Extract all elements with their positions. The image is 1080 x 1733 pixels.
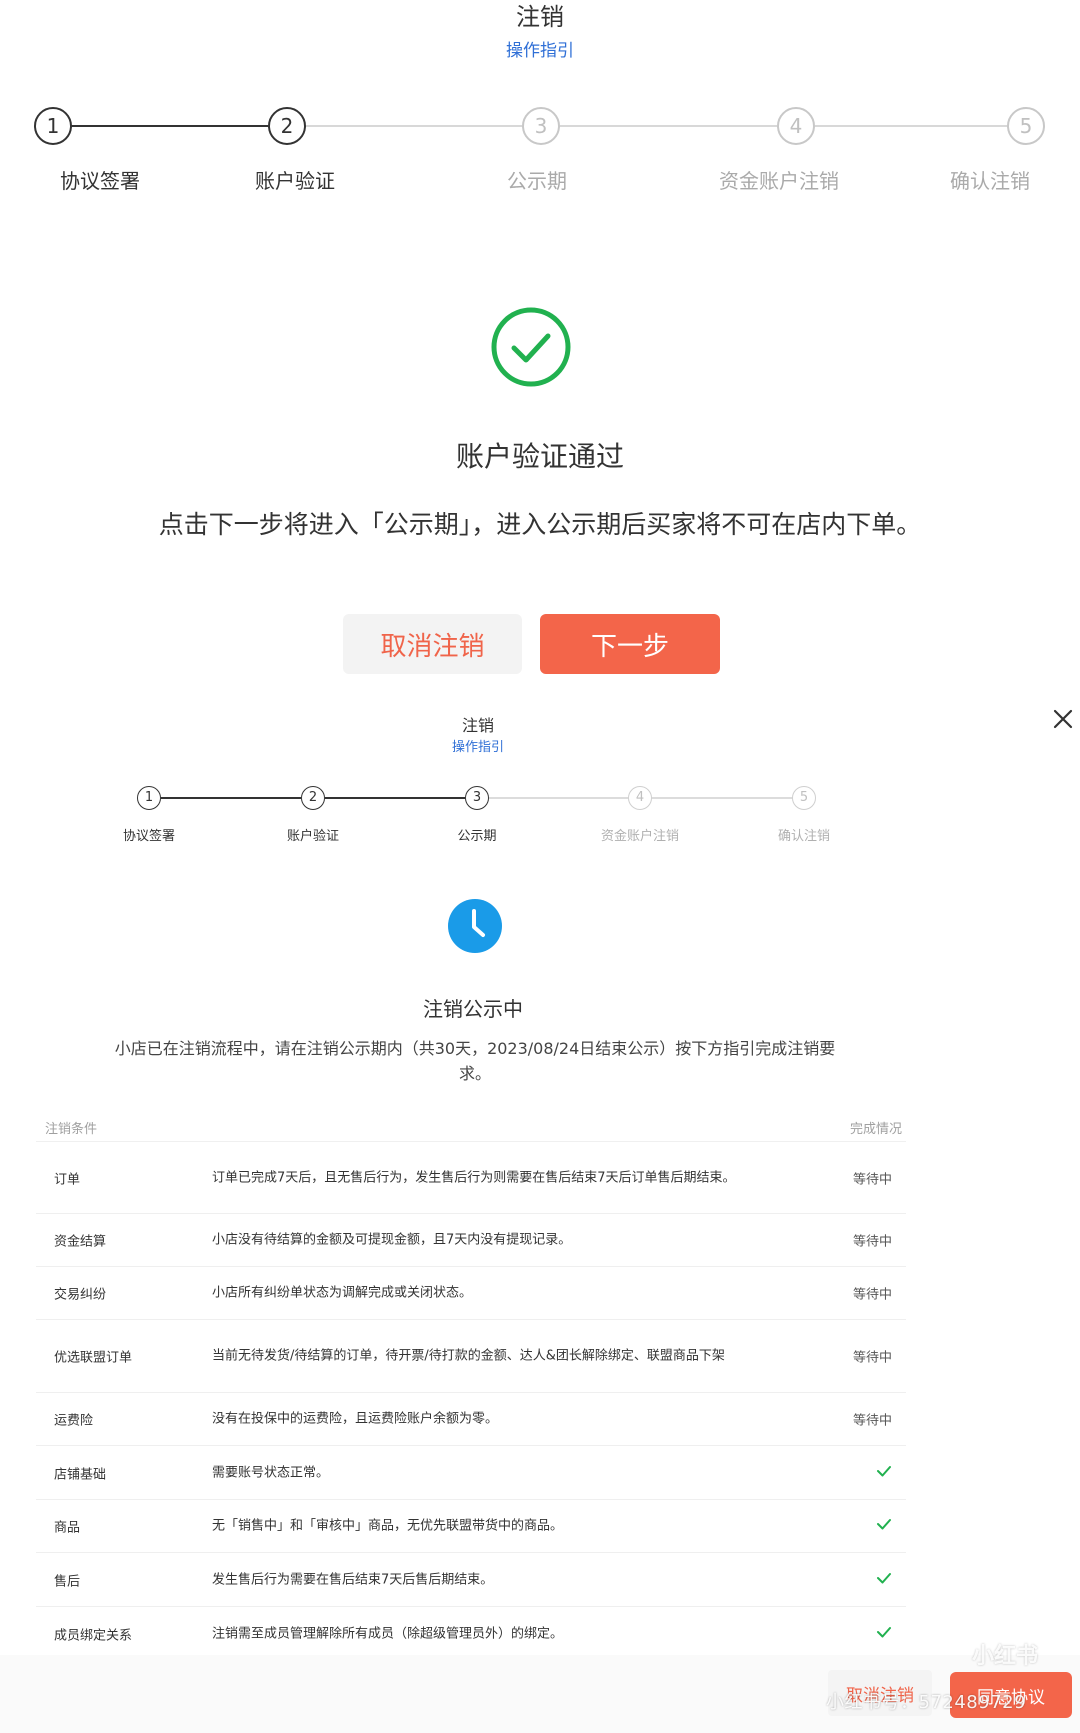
condition-name: 交易纠纷	[54, 1287, 107, 1303]
condition-done-check	[876, 1624, 892, 1644]
step-label-3: 公示期	[457, 829, 497, 844]
step-circle-2: 2	[268, 107, 306, 145]
condition-status: 等待中	[852, 1234, 892, 1250]
done-check-icon	[877, 1572, 891, 1583]
step-indicator: 1 2 3 4 5 协议签署 账户验证 公示期 资金账户注销 确认注销	[0, 785, 1080, 845]
step-circle-4: 4	[628, 786, 652, 810]
step-connector	[325, 797, 465, 799]
step-label-2: 账户验证	[286, 829, 339, 844]
step-circle-3: 3	[465, 786, 489, 810]
close-icon[interactable]	[1052, 708, 1074, 730]
table-row: 成员绑定关系 注销需至成员管理解除所有成员（除超级管理员外）的绑定。	[36, 1607, 906, 1661]
step-connector	[815, 125, 1032, 127]
page-title: 注销	[461, 716, 494, 735]
condition-status: 等待中	[852, 1172, 892, 1187]
status-description: 点击下一步将进入「公示期」，进入公示期后买家将不可在店内下单。	[158, 510, 922, 539]
step-connector	[161, 797, 301, 799]
condition-name: 成员绑定关系	[54, 1628, 133, 1643]
step-indicator: 1 2 3 4 5 协议签署 账户验证 公示期 资金账户注销 确认注销	[0, 105, 1080, 195]
condition-name: 店铺基础	[54, 1467, 107, 1482]
step-circle-3: 3	[522, 107, 560, 145]
condition-desc: 小店没有待结算的金额及可提现金额，且7天内没有提现记录。	[212, 1232, 572, 1248]
condition-desc: 发生售后行为需要在售后结束7天后售后期结束。	[212, 1572, 494, 1587]
condition-name: 资金结算	[54, 1234, 107, 1250]
step-connector	[560, 125, 777, 127]
table-row: 运费险 没有在投保中的运费险，且运费险账户余额为零。 等待中	[36, 1393, 906, 1446]
guide-link[interactable]: 操作指引	[0, 736, 956, 755]
condition-desc: 没有在投保中的运费险，且运费险账户余额为零。	[212, 1411, 499, 1427]
condition-desc: 小店所有纠纷单状态为调解完成或关闭状态。	[212, 1285, 473, 1301]
step-connector	[652, 797, 792, 799]
step-label-2: 账户验证	[255, 169, 335, 193]
condition-name: 售后	[54, 1574, 81, 1589]
watermark-id: 小红书号：572489729	[826, 1692, 1027, 1713]
table-row: 优选联盟订单 当前无待发货/待结算的订单，待开票/待打款的金额、达人&团长解除绑…	[36, 1320, 906, 1393]
condition-name: 订单	[54, 1172, 81, 1187]
status-title: 账户验证通过	[455, 440, 624, 473]
done-check-icon	[877, 1465, 891, 1476]
column-header-status: 完成情况	[849, 1122, 902, 1137]
status-title: 注销公示中	[423, 997, 523, 1021]
done-check-icon	[877, 1626, 891, 1637]
step-label-4: 资金账户注销	[600, 829, 679, 844]
table-row: 店铺基础 需要账号状态正常。	[36, 1446, 906, 1500]
step-label-5: 确认注销	[950, 169, 1030, 193]
condition-status: 等待中	[852, 1413, 892, 1429]
condition-done-check	[876, 1463, 892, 1483]
condition-desc: 订单已完成7天后，且无售后行为，发生售后行为则需要在售后结束7天后订单售后期结束…	[212, 1170, 736, 1185]
step-circle-4: 4	[777, 107, 815, 145]
table-row: 售后 发生售后行为需要在售后结束7天后售后期结束。	[36, 1553, 906, 1607]
table-row: 资金结算 小店没有待结算的金额及可提现金额，且7天内没有提现记录。 等待中	[36, 1214, 906, 1267]
condition-desc: 无「销售中」和「审核中」商品，无优先联盟带货中的商品。	[212, 1518, 564, 1534]
condition-desc: 当前无待发货/待结算的订单，待开票/待打款的金额、达人&团长解除绑定、联盟商品下…	[212, 1348, 725, 1364]
step-label-1: 协议签署	[122, 829, 175, 844]
step-circle-1: 1	[137, 786, 161, 810]
condition-name: 优选联盟订单	[54, 1350, 133, 1366]
step-label-1: 协议签署	[60, 169, 140, 193]
watermark-logo: 小红书	[972, 1644, 1039, 1669]
step-circle-1: 1	[34, 107, 72, 145]
condition-status: 等待中	[852, 1287, 892, 1303]
status-description: 小店已在注销流程中，请在注销公示期内（共30天，2023/08/24日结束公示）…	[114, 1039, 836, 1083]
step-label-4: 资金账户注销	[719, 169, 839, 193]
step-label-3: 公示期	[507, 169, 567, 193]
condition-done-check	[876, 1516, 892, 1536]
condition-name: 商品	[54, 1520, 81, 1536]
step-circle-5: 5	[792, 786, 816, 810]
step-label-5: 确认注销	[777, 829, 830, 844]
condition-desc: 注销需至成员管理解除所有成员（除超级管理员外）的绑定。	[212, 1626, 564, 1641]
step-connector	[306, 125, 522, 127]
step-connector	[53, 125, 268, 127]
success-check-icon	[491, 307, 571, 387]
clock-icon	[448, 899, 502, 953]
condition-status: 等待中	[852, 1350, 892, 1366]
condition-name: 运费险	[54, 1413, 94, 1429]
table-row: 交易纠纷 小店所有纠纷单状态为调解完成或关闭状态。 等待中	[36, 1267, 906, 1320]
condition-desc: 需要账号状态正常。	[212, 1465, 330, 1480]
conditions-table: 注销条件 完成情况 订单 订单已完成7天后，且无售后行为，发生售后行为则需要在售…	[36, 1112, 906, 1661]
guide-link[interactable]: 操作指引	[0, 36, 1080, 61]
step-connector	[489, 797, 628, 799]
cancel-deregistration-button[interactable]: 取消注销	[343, 614, 522, 674]
step-circle-5: 5	[1007, 107, 1045, 145]
condition-done-check	[876, 1570, 892, 1590]
page-title: 注销	[516, 3, 564, 31]
step-circle-2: 2	[301, 786, 325, 810]
table-row: 订单 订单已完成7天后，且无售后行为，发生售后行为则需要在售后结束7天后订单售后…	[36, 1142, 906, 1214]
table-header: 注销条件 完成情况	[36, 1112, 906, 1142]
table-row: 商品 无「销售中」和「审核中」商品，无优先联盟带货中的商品。	[36, 1500, 906, 1553]
done-check-icon	[877, 1519, 891, 1530]
next-step-button[interactable]: 下一步	[540, 614, 720, 674]
column-header-condition: 注销条件	[45, 1122, 98, 1137]
